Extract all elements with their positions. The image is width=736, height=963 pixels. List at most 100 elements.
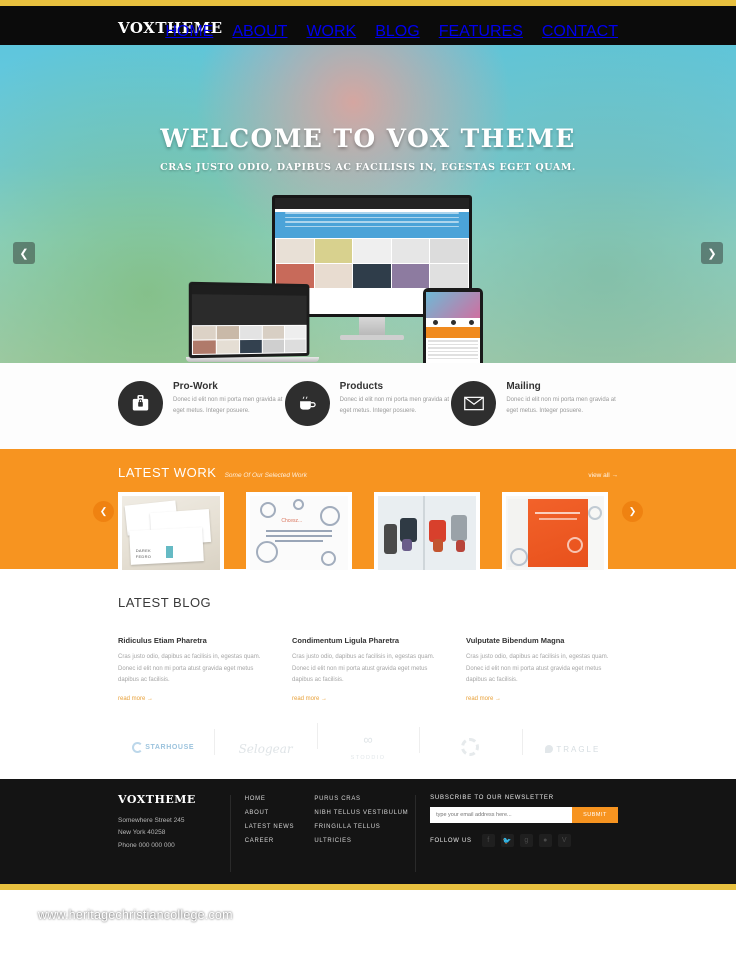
portfolio-prev-button[interactable]: ❮: [93, 501, 114, 522]
blog-post-title[interactable]: Ridiculus Etiam Pharetra: [118, 636, 270, 645]
footer-divider: [229, 795, 231, 872]
read-more-link[interactable]: read more →: [292, 696, 327, 702]
site-footer: VOXTHEME Somewhere Street 245 New York 4…: [0, 779, 736, 890]
hero-next-button[interactable]: ❯: [701, 242, 723, 264]
service-title: Pro-Work: [173, 381, 218, 392]
google-plus-icon[interactable]: g: [519, 834, 533, 847]
nav-item-home[interactable]: HOME: [165, 23, 213, 41]
client-logos-section: STARHOUSE Selogear ∞ STODDIO TRAGLE: [0, 719, 736, 779]
blog-post: Condimentum Ligula Pharetra Cras justo o…: [292, 636, 444, 705]
footer-link-latest-news[interactable]: LATEST NEWS: [245, 824, 315, 830]
chevron-right-icon: ❯: [628, 506, 637, 516]
hero-title: WELCOME TO VOX THEME: [160, 124, 576, 153]
hero-subtitle: CRAS JUSTO ODIO, DAPIBUS AC FACILISIS IN…: [160, 162, 576, 173]
service-card-mailing: Mailing Donec id elit non mi porta men g…: [451, 381, 618, 449]
portfolio-item[interactable]: [502, 492, 608, 574]
footer-address-line-3: Phone 000 000 000: [118, 841, 175, 849]
blog-post: Vulputate Bibendum Magna Cras justo odio…: [466, 636, 618, 705]
portfolio-item[interactable]: [374, 492, 480, 574]
client-label: TRAGLE: [556, 744, 601, 754]
social-follow-row: FOLLOW US f 🐦 g ● V: [430, 834, 618, 847]
services-section: Pro-Work Donec id elit non mi porta men …: [0, 363, 736, 449]
newsletter-email-input[interactable]: [430, 807, 573, 823]
section-title: LATEST WORK: [118, 465, 217, 480]
latest-work-header: LATEST WORK Some Of Our Selected Work vi…: [0, 465, 736, 480]
footer-links-column-1: HOME ABOUT LATEST NEWS CAREER: [245, 793, 315, 890]
starhouse-logo-mark: [132, 742, 144, 753]
portfolio-item[interactable]: DAREK FEDRO: [118, 492, 224, 574]
latest-blog-section: LATEST BLOG Ridiculus Etiam Pharetra Cra…: [0, 569, 736, 719]
footer-link-home[interactable]: HOME: [245, 796, 315, 802]
footer-link-ultricies[interactable]: ULTRICIES: [314, 838, 415, 844]
nav-item-features[interactable]: FEATURES: [439, 23, 523, 41]
blog-post-list: Ridiculus Etiam Pharetra Cras justo odio…: [118, 636, 618, 705]
service-title: Products: [339, 381, 384, 392]
client-label: STODDIO: [350, 754, 386, 761]
view-all-link[interactable]: view all →: [588, 472, 618, 479]
newsletter-form: SUBMIT: [430, 807, 619, 823]
follow-us-label: FOLLOW US: [430, 837, 472, 844]
portfolio-next-button[interactable]: ❯: [622, 501, 643, 522]
blog-post-excerpt: Cras justo odio, dapibus ac facilisis in…: [118, 654, 261, 684]
latest-work-section: LATEST WORK Some Of Our Selected Work vi…: [0, 449, 736, 574]
footer-address-line-1: Somewhere Street 245: [118, 817, 185, 824]
footer-logo: VOXTHEME: [118, 793, 196, 806]
footer-link-career[interactable]: CAREER: [245, 838, 315, 844]
chevron-right-icon: ❯: [707, 247, 717, 260]
nav-item-about[interactable]: ABOUT: [232, 23, 287, 41]
blog-post: Ridiculus Etiam Pharetra Cras justo odio…: [118, 636, 270, 705]
tablet-mockup: [423, 288, 483, 363]
site-header: VOXTHEME HOME ABOUT WORK BLOG FEATURES C…: [0, 6, 736, 45]
footer-link-purus-cras[interactable]: PURUS CRAS: [314, 796, 415, 802]
read-more-link[interactable]: read more →: [466, 696, 501, 702]
client-logo-starhouse[interactable]: STARHOUSE: [112, 740, 214, 758]
blog-post-title[interactable]: Vulputate Bibendum Magna: [466, 636, 618, 645]
blog-post-title[interactable]: Condimentum Ligula Pharetra: [292, 636, 444, 645]
newsletter-heading: SUBSCRIBE TO OUR NEWSLETTER: [430, 795, 554, 801]
client-label: STARHOUSE: [145, 744, 195, 751]
client-logo-stoddio[interactable]: ∞ STODDIO: [316, 723, 419, 764]
nav-item-work[interactable]: WORK: [306, 23, 356, 41]
bottom-accent-strip: [0, 884, 736, 890]
briefcase-lock-icon: [118, 381, 163, 426]
footer-divider: [415, 795, 417, 872]
service-card-pro-work: Pro-Work Donec id elit non mi porta men …: [118, 381, 285, 449]
client-logo-selogear[interactable]: Selogear: [214, 729, 316, 758]
read-more-link[interactable]: read more →: [118, 696, 153, 702]
stoddio-logo-mark: ∞: [363, 732, 373, 748]
section-title: LATEST BLOG: [118, 595, 212, 610]
portfolio-item[interactable]: Chcesz...: [246, 492, 352, 574]
footer-about-column: VOXTHEME Somewhere Street 245 New York 4…: [118, 793, 230, 890]
facebook-icon[interactable]: f: [481, 834, 495, 847]
hero-prev-button[interactable]: ❮: [13, 242, 35, 264]
client-logo-tragle[interactable]: TRAGLE: [521, 729, 624, 758]
nav-item-blog[interactable]: BLOG: [375, 23, 419, 41]
dribbble-icon[interactable]: ●: [538, 834, 552, 847]
footer-link-about[interactable]: ABOUT: [245, 810, 315, 816]
vimeo-icon[interactable]: V: [557, 834, 571, 847]
section-subtitle: Some Of Our Selected Work: [224, 472, 307, 479]
service-card-products: Products Donec id elit non mi porta men …: [284, 381, 452, 449]
laptop-mockup: [186, 281, 320, 362]
service-text: Donec id elit non mi porta men gravida a…: [339, 397, 450, 415]
footer-link-fringilla-tellus[interactable]: FRINGILLA TELLUS: [314, 824, 415, 830]
main-navigation: HOME ABOUT WORK BLOG FEATURES CONTACT: [165, 23, 618, 41]
envelope-icon: [451, 381, 497, 426]
newsletter-submit-button[interactable]: SUBMIT: [572, 807, 619, 823]
client-label: Selogear: [238, 742, 293, 756]
client-logo-gear[interactable]: [419, 726, 521, 761]
footer-links-column-2: PURUS CRAS NIBH TELLUS VESTIBULUM FRINGI…: [314, 793, 415, 890]
blog-post-excerpt: Cras justo odio, dapibus ac facilisis in…: [292, 654, 435, 684]
footer-link-nibh-tellus[interactable]: NIBH TELLUS VESTIBULUM: [314, 810, 415, 816]
portfolio-carousel: DAREK FEDRO Chcesz...: [0, 480, 736, 574]
nav-item-contact[interactable]: CONTACT: [542, 23, 618, 41]
service-text: Donec id elit non mi porta men gravida a…: [173, 397, 283, 415]
twitter-icon[interactable]: 🐦: [500, 834, 514, 847]
coffee-cup-icon: [284, 381, 330, 426]
chevron-left-icon: ❮: [99, 506, 108, 516]
newsletter-section: SUBSCRIBE TO OUR NEWSLETTER SUBMIT FOLLO…: [430, 793, 619, 890]
device-showcase-image: [186, 195, 510, 363]
footer-address-line-2: New York 40258: [118, 829, 166, 837]
hero-slider: WELCOME TO VOX THEME CRAS JUSTO ODIO, DA…: [0, 45, 736, 363]
service-text: Donec id elit non mi porta men gravida a…: [506, 397, 616, 415]
